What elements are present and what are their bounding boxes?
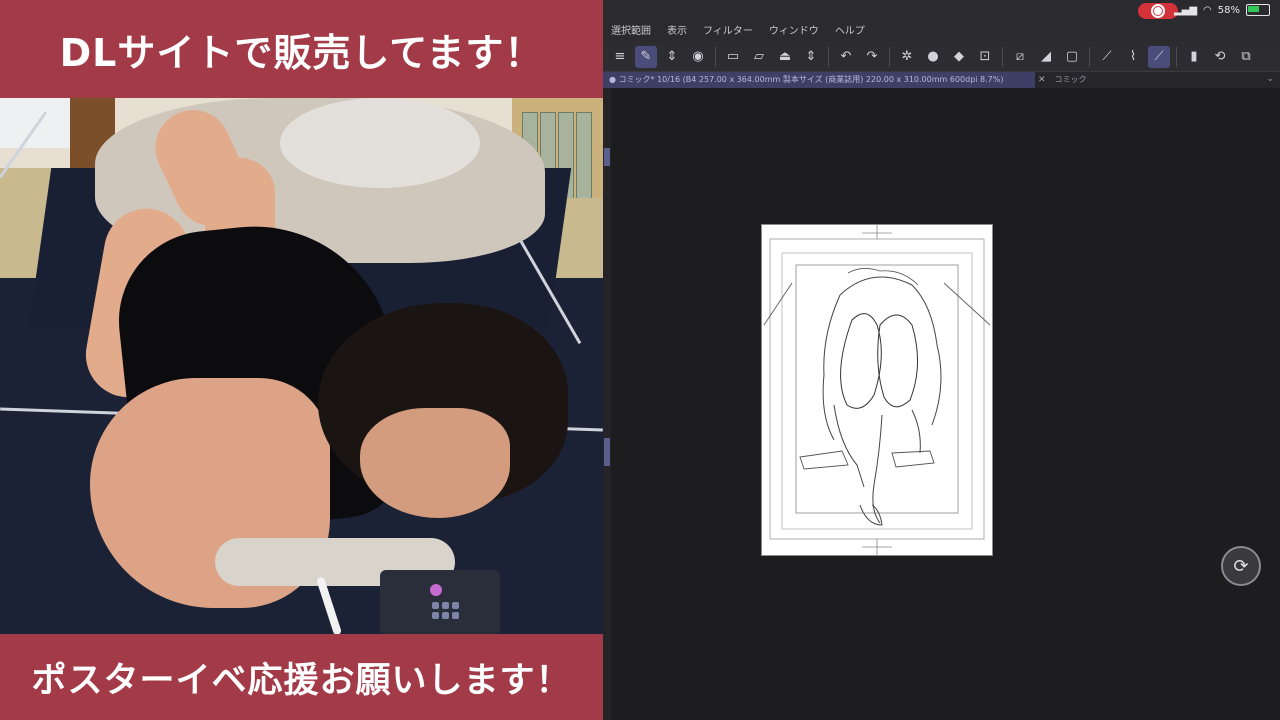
- canvas-area[interactable]: [611, 88, 1280, 720]
- phone-icon[interactable]: ▮: [1183, 46, 1205, 68]
- close-icon[interactable]: ✕: [1035, 75, 1049, 85]
- record-icon: [1153, 6, 1163, 16]
- export-icon[interactable]: ⧉: [1235, 46, 1257, 68]
- layer-icon[interactable]: ◉: [687, 46, 709, 68]
- toolbar: ≡ ✎ ⇕ ◉ ▭ ▱ ⏏ ⇕ ↶ ↷ ✲ ● ◆ ⊡ ⧄ ◢ ▢ ⟋ ⌇ ⟋ …: [603, 42, 1280, 72]
- document-tabs: ● コミック* 10/16 (B4 257.00 x 364.00mm 製本サイ…: [603, 72, 1280, 88]
- transform-icon[interactable]: ⊡: [974, 46, 996, 68]
- share-icon[interactable]: ⟲: [1209, 46, 1231, 68]
- menu-filter[interactable]: フィルター: [695, 22, 761, 42]
- square-icon[interactable]: ▢: [1061, 46, 1083, 68]
- side-panel-strip: [603, 88, 611, 720]
- chevron-down-icon[interactable]: ⌄: [1266, 74, 1274, 84]
- brush-icon[interactable]: ⌇: [1122, 46, 1144, 68]
- triangle-icon[interactable]: ◢: [1035, 46, 1057, 68]
- battery-icon: [1246, 4, 1270, 16]
- webcam-photo: [0, 98, 603, 634]
- undo-icon[interactable]: ↶: [835, 46, 857, 68]
- open-folder-icon[interactable]: ▱: [748, 46, 770, 68]
- rotate-canvas-button[interactable]: ⟳: [1221, 546, 1261, 586]
- tab-comic[interactable]: コミック: [1049, 72, 1093, 88]
- circle-icon[interactable]: ●: [922, 46, 944, 68]
- battery-percent: 58%: [1217, 4, 1240, 16]
- save-icon[interactable]: ⏏: [774, 46, 796, 68]
- fill-icon[interactable]: ◆: [948, 46, 970, 68]
- bottom-banner: ポスターイベ応援お願いします！: [0, 634, 603, 720]
- settings-icon[interactable]: ✲: [896, 46, 918, 68]
- menu-view[interactable]: 表示: [659, 22, 695, 42]
- signal-icon: ▂▄▆: [1173, 4, 1198, 16]
- pen-icon[interactable]: ⟋: [1096, 46, 1118, 68]
- top-banner: DLサイトで販売してます！: [0, 0, 603, 98]
- drawing-app: ▂▄▆ ◠ 58% 選択範囲 表示 フィルター ウィンドウ ヘルプ ≡ ✎ ⇕ …: [603, 0, 1280, 720]
- new-file-icon[interactable]: ▭: [722, 46, 744, 68]
- rotate-icon: ⟳: [1233, 555, 1249, 577]
- stepper2-icon[interactable]: ⇕: [800, 46, 822, 68]
- stepper-icon[interactable]: ⇕: [661, 46, 683, 68]
- menu-icon[interactable]: ≡: [609, 46, 631, 68]
- redo-icon[interactable]: ↷: [861, 46, 883, 68]
- sketch-drawing: [763, 225, 991, 555]
- menu-bar: 選択範囲 表示 フィルター ウィンドウ ヘルプ: [603, 22, 1280, 42]
- menu-selection[interactable]: 選択範囲: [603, 22, 659, 42]
- wifi-icon: ◠: [1203, 4, 1212, 16]
- tab-comic-active[interactable]: ● コミック* 10/16 (B4 257.00 x 364.00mm 製本サイ…: [603, 72, 1035, 88]
- ruler-icon[interactable]: ⟋: [1148, 45, 1170, 68]
- pen-tool-icon[interactable]: ✎: [635, 45, 657, 68]
- recording-indicator[interactable]: [1138, 3, 1178, 19]
- camera-overlay: DLサイトで販売してます！ ポスターイベ応援お願いします！: [0, 0, 603, 720]
- status-bar: ▂▄▆ ◠ 58%: [603, 0, 1280, 22]
- drawing-paper[interactable]: [762, 225, 992, 555]
- menu-help[interactable]: ヘルプ: [827, 22, 873, 42]
- deselect-icon[interactable]: ⧄: [1009, 46, 1031, 68]
- menu-window[interactable]: ウィンドウ: [761, 22, 827, 42]
